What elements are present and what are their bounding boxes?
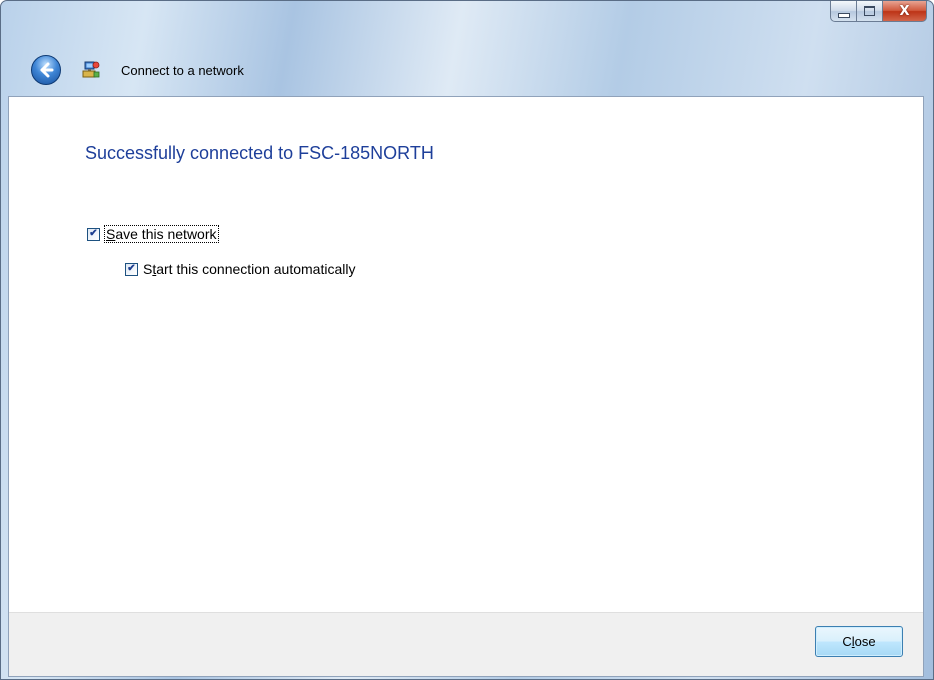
minimize-icon: [837, 12, 850, 18]
wizard-content: Successfully connected to FSC-185NORTH ✔…: [8, 96, 924, 677]
network-connection-icon: [82, 61, 100, 78]
minimize-button[interactable]: [830, 1, 857, 22]
auto-connect-checkbox[interactable]: ✔: [125, 262, 138, 276]
close-window-button[interactable]: X: [883, 1, 927, 22]
maximize-icon: [864, 6, 875, 16]
connection-status-heading: Successfully connected to FSC-185NORTH: [85, 143, 434, 163]
navigation-row: Connect to a network: [1, 54, 933, 90]
close-icon: X: [899, 3, 910, 19]
button-bar: Cl ose: [9, 612, 923, 676]
auto-connect-label[interactable]: Start this connection automatically: [143, 261, 355, 277]
save-network-checkbox[interactable]: ✔: [87, 227, 100, 241]
caption-buttons: X: [830, 1, 927, 23]
close-button[interactable]: Cl ose: [815, 626, 903, 657]
auto-connect-checkbox-row[interactable]: ✔ Start this connection automatically: [125, 261, 355, 277]
maximize-button[interactable]: [857, 1, 883, 22]
wizard-window: X Connect to a network Successfully conn…: [0, 0, 934, 680]
window-title: Connect to a network: [121, 63, 244, 78]
back-button[interactable]: [31, 55, 61, 85]
save-network-label[interactable]: Save this network: [104, 225, 219, 243]
save-network-checkbox-row[interactable]: ✔ Save this network: [87, 225, 219, 243]
back-arrow-icon: [40, 62, 54, 78]
